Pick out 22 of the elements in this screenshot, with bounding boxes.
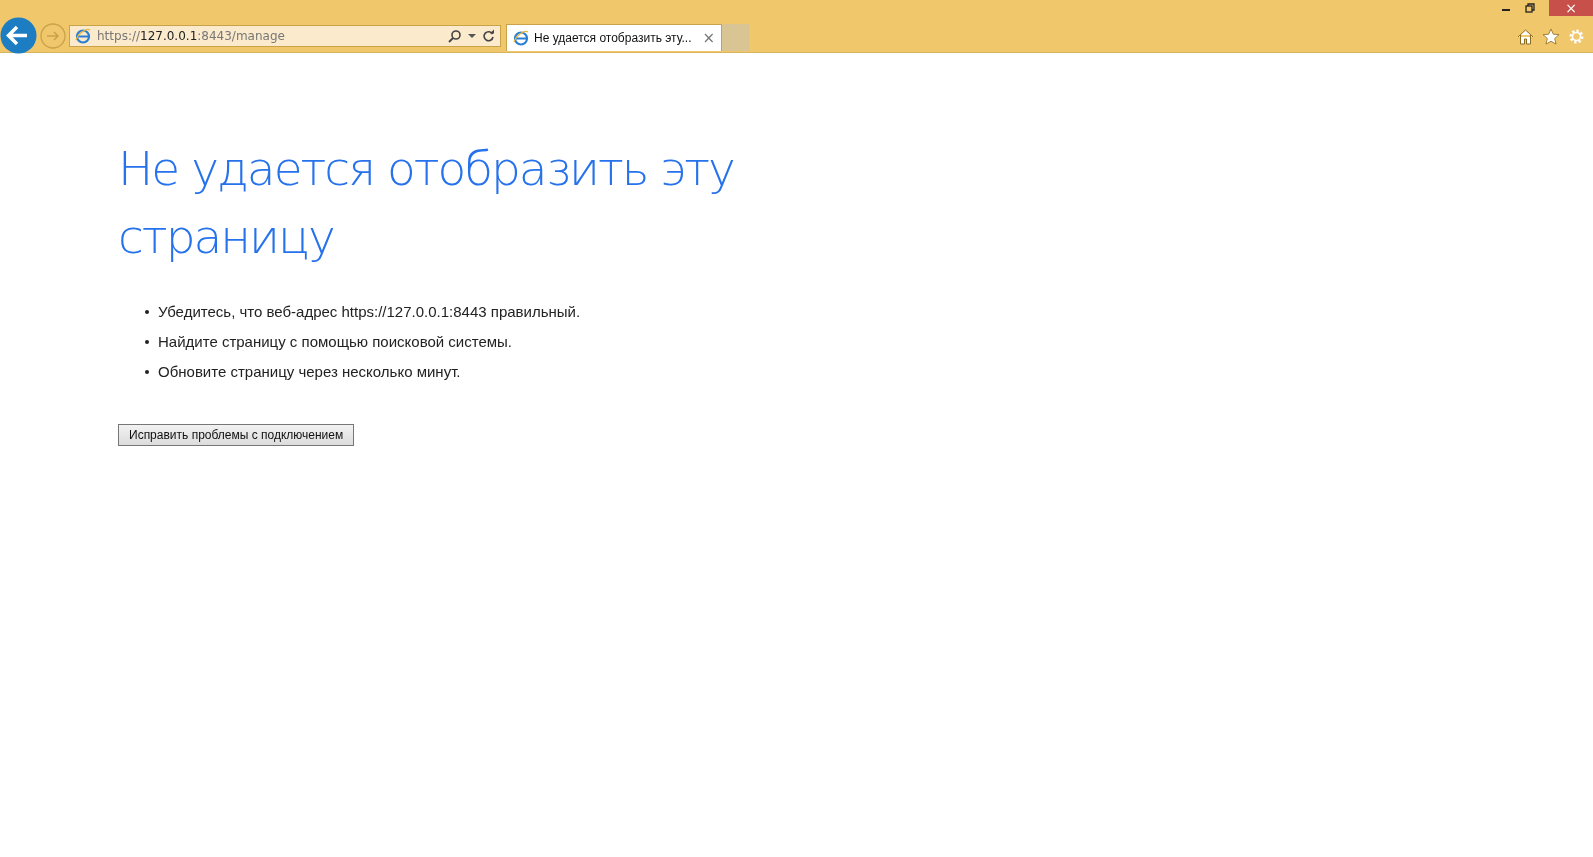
- address-bar[interactable]: https://127.0.0.1:8443/manage: [69, 24, 501, 47]
- close-button[interactable]: ×: [1549, 0, 1593, 16]
- fix-connection-button[interactable]: Исправить проблемы с подключением: [118, 424, 355, 446]
- suggestion-text: Найдите страницу с помощью поисковой системы.: [158, 333, 513, 350]
- suggestion-text: Обновите страницу через несколько минут.: [158, 363, 461, 380]
- search-icon[interactable]: [448, 28, 462, 43]
- refresh-icon[interactable]: [482, 29, 495, 42]
- browser-tab[interactable]: Не удается отобразить эту... ×: [506, 24, 723, 51]
- browser-logo-icon: [75, 27, 91, 44]
- bullet-icon: [145, 309, 149, 314]
- tab-close-button[interactable]: ×: [702, 30, 716, 46]
- dropdown-caret-icon[interactable]: [468, 32, 476, 39]
- restore-icon[interactable]: [1525, 3, 1535, 13]
- bullet-icon: [145, 369, 149, 374]
- error-heading: Не удается отобразить эту страницу: [118, 140, 735, 266]
- home-icon[interactable]: [1517, 28, 1534, 45]
- suggestion-text: Убедитесь, что веб-адрес https://127.0.0.1:8443 правильный.: [158, 303, 581, 320]
- bullet-icon: [145, 339, 149, 344]
- browser-logo-icon: [513, 30, 529, 46]
- url-text: https://127.0.0.1:8443/manage: [97, 28, 286, 43]
- star-icon[interactable]: [1542, 28, 1560, 45]
- tab-title: Не удается отобразить эту...: [534, 31, 692, 45]
